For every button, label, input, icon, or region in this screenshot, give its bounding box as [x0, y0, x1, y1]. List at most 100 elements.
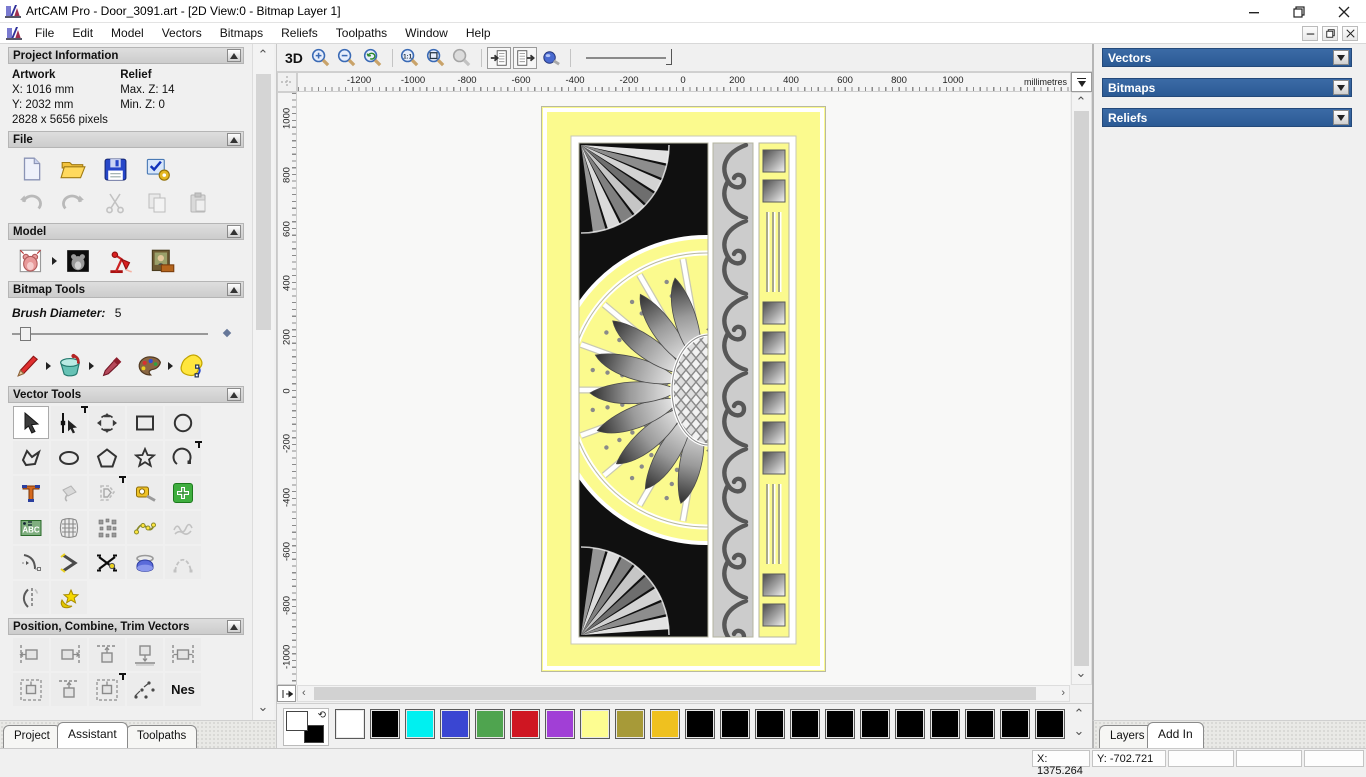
paste-center-icon[interactable]	[89, 673, 125, 706]
colour-swatch[interactable]	[1035, 709, 1065, 739]
tab-toolpaths[interactable]: Toolpaths	[126, 725, 198, 748]
slider-handle[interactable]	[20, 327, 31, 341]
edit-colours-icon[interactable]	[134, 351, 164, 381]
colour-swatch[interactable]	[580, 709, 610, 739]
free-sketch-icon[interactable]	[165, 511, 201, 544]
align-bottom-icon[interactable]	[127, 638, 163, 671]
pan-mode-button[interactable]	[277, 685, 296, 702]
new-file-icon[interactable]	[14, 154, 48, 184]
expand-button[interactable]	[1333, 110, 1349, 125]
collapse-button[interactable]	[227, 620, 241, 633]
open-folder-icon[interactable]	[56, 154, 90, 184]
collapse-button[interactable]	[227, 225, 241, 238]
colour-swatch[interactable]	[895, 709, 925, 739]
minimize-button[interactable]	[1231, 0, 1276, 23]
close-button[interactable]	[1321, 0, 1366, 23]
scroll-down-icon[interactable]: ⌄	[255, 700, 271, 716]
scrollbar-thumb[interactable]	[256, 74, 271, 330]
model-properties-icon[interactable]	[140, 154, 174, 184]
canvas-viewport[interactable]	[297, 92, 1070, 685]
pick-colour-icon[interactable]	[98, 351, 126, 381]
zoom-fit-icon[interactable]	[424, 47, 448, 69]
invert-model-icon[interactable]	[61, 246, 95, 276]
scatter-copies-icon[interactable]	[127, 673, 163, 706]
expand-button[interactable]	[1333, 50, 1349, 65]
flyout-arrow-icon[interactable]	[89, 362, 94, 370]
create-arc-icon[interactable]	[165, 441, 201, 474]
center-horizontal-icon[interactable]	[165, 638, 201, 671]
primary-colour-swatch[interactable]	[286, 711, 308, 731]
3d-view-button[interactable]: 3D	[285, 50, 303, 66]
menu-toolpaths[interactable]: Toolpaths	[327, 23, 396, 43]
menu-bitmaps[interactable]: Bitmaps	[211, 23, 272, 43]
restore-button[interactable]	[1276, 0, 1321, 23]
add-texture-icon[interactable]	[145, 246, 179, 276]
block-copy-icon[interactable]	[89, 511, 125, 544]
colour-swatch[interactable]	[650, 709, 680, 739]
zoom-1to1-icon[interactable]	[398, 47, 422, 69]
wrap-vectors-icon[interactable]	[51, 476, 87, 509]
node-editing-icon[interactable]	[51, 406, 87, 439]
vector-wizard-icon[interactable]	[51, 581, 87, 614]
zoom-previous-icon[interactable]	[361, 47, 385, 69]
primary-secondary-colour[interactable]: ⟲	[283, 708, 329, 746]
menu-reliefs[interactable]: Reliefs	[272, 23, 327, 43]
assistant-panel-scrollbar[interactable]: ⌃ ⌄	[252, 44, 274, 720]
flyout-arrow-icon[interactable]	[52, 257, 57, 265]
measure-tool-icon[interactable]	[127, 476, 163, 509]
offset-vectors-icon[interactable]	[89, 476, 125, 509]
colour-swatch[interactable]	[860, 709, 890, 739]
zoom-in-icon[interactable]	[309, 47, 333, 69]
center-in-page-icon[interactable]	[13, 673, 49, 706]
colour-swatch[interactable]	[510, 709, 540, 739]
mdi-restore-button[interactable]	[1322, 26, 1338, 41]
colour-swatch[interactable]	[370, 709, 400, 739]
canvas-horizontal-scrollbar[interactable]: ‹ ›	[297, 685, 1070, 702]
scrollbar-thumb[interactable]	[1074, 111, 1089, 666]
collapse-button[interactable]	[227, 49, 241, 62]
colour-swatch[interactable]	[720, 709, 750, 739]
palette-scrollbar[interactable]: ⌃ ⌄	[1068, 706, 1090, 747]
tab-add-in[interactable]: Add In	[1147, 722, 1204, 748]
menu-vectors[interactable]: Vectors	[153, 23, 211, 43]
create-star-icon[interactable]	[127, 441, 163, 474]
create-circle-icon[interactable]	[165, 406, 201, 439]
lighting-icon[interactable]	[103, 246, 137, 276]
arc-text-icon[interactable]	[13, 511, 49, 544]
smooth-polyline-icon[interactable]	[165, 546, 201, 579]
create-text-icon[interactable]	[13, 476, 49, 509]
colour-swatch[interactable]	[825, 709, 855, 739]
colour-swatch[interactable]	[790, 709, 820, 739]
flood-fill-icon[interactable]	[55, 351, 85, 381]
undo-icon[interactable]	[14, 188, 48, 218]
link-colours-icon[interactable]: ⟲	[318, 710, 326, 721]
ruler-units-button[interactable]	[1071, 72, 1092, 92]
scroll-down-icon[interactable]: ⌄	[1071, 724, 1087, 740]
create-polyline-icon[interactable]	[13, 441, 49, 474]
mdi-close-button[interactable]	[1342, 26, 1358, 41]
cut-icon[interactable]	[98, 188, 132, 218]
zoom-out-icon[interactable]	[335, 47, 359, 69]
brush-diameter-slider[interactable]	[12, 327, 232, 341]
zoom-object-icon[interactable]	[450, 47, 474, 69]
paint-brush-icon[interactable]	[14, 351, 42, 381]
create-fillet-icon[interactable]	[127, 546, 163, 579]
colour-swatch[interactable]	[930, 709, 960, 739]
join-vectors-icon[interactable]	[51, 546, 87, 579]
flyout-arrow-icon[interactable]	[168, 362, 173, 370]
align-right-icon[interactable]	[51, 638, 87, 671]
create-rectangle-icon[interactable]	[127, 406, 163, 439]
transform-vectors-icon[interactable]	[89, 406, 125, 439]
align-left-icon[interactable]	[13, 638, 49, 671]
menu-model[interactable]: Model	[102, 23, 153, 43]
bitmap-to-vector-icon[interactable]	[177, 351, 207, 381]
scroll-down-icon[interactable]: ⌄	[1073, 666, 1089, 682]
create-ellipse-icon[interactable]	[51, 441, 87, 474]
tab-project[interactable]: Project	[3, 725, 61, 748]
scroll-up-icon[interactable]: ⌃	[1073, 95, 1089, 111]
collapse-button[interactable]	[227, 133, 241, 146]
preview-icon[interactable]	[539, 47, 563, 69]
collapse-button[interactable]	[227, 388, 241, 401]
redo-icon[interactable]	[56, 188, 90, 218]
colour-swatch[interactable]	[545, 709, 575, 739]
